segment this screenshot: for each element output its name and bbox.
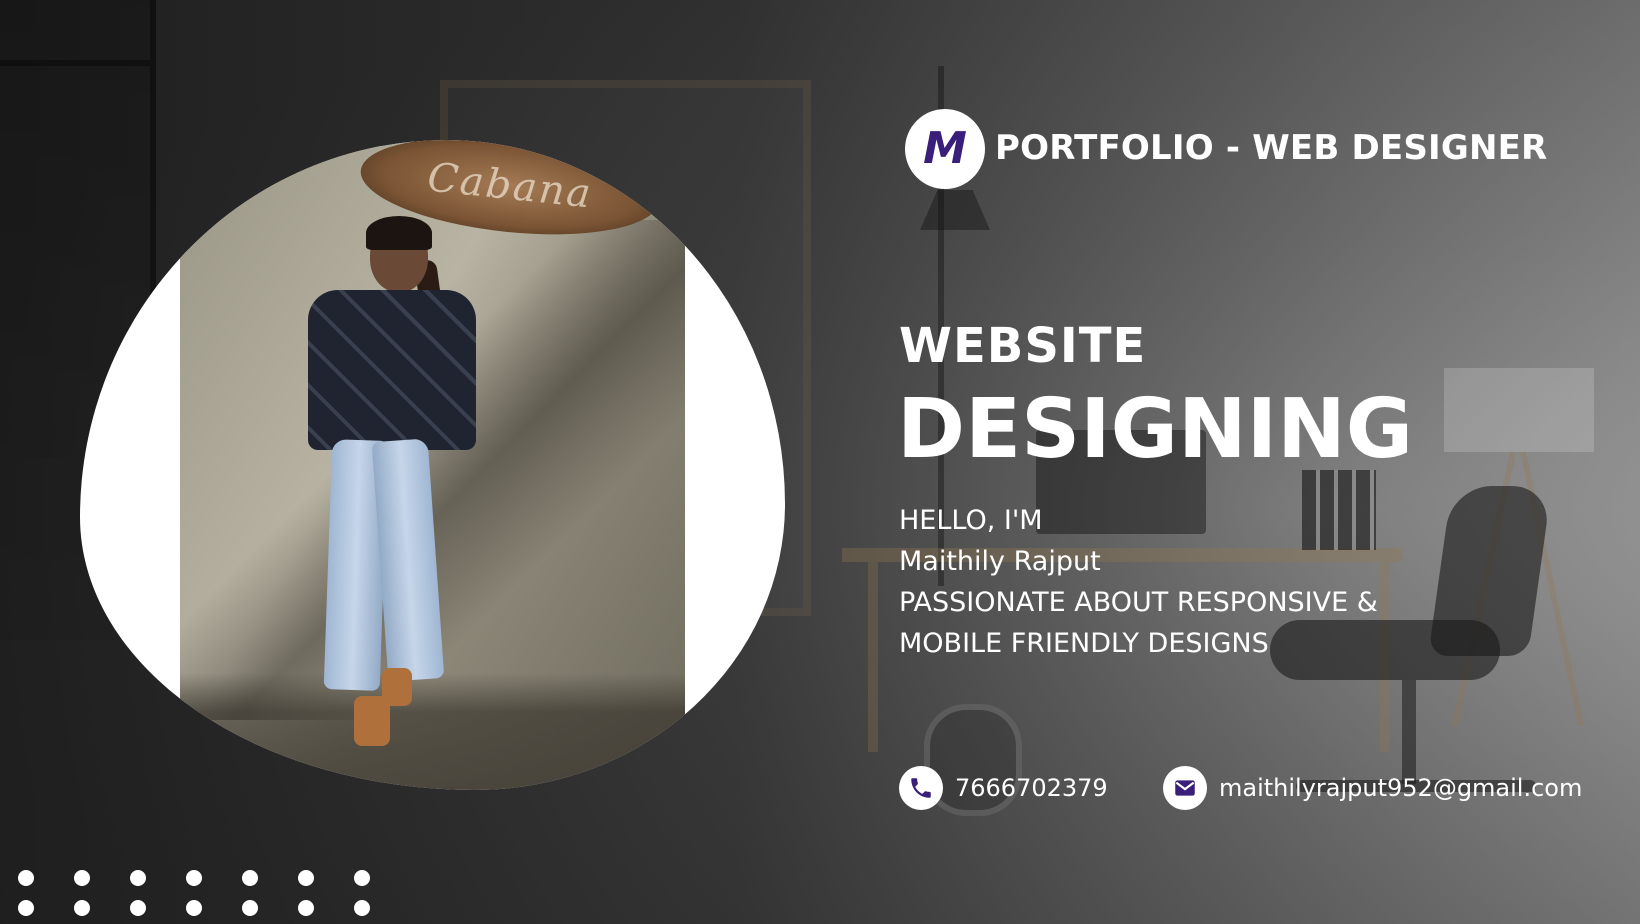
background-desk-leg [868, 562, 878, 752]
person-shirt [308, 290, 476, 450]
headline-website: WEBSITE [899, 318, 1147, 374]
brand-logo: M [905, 109, 985, 189]
intro-block: HELLO, I'M Maithily Rajput PASSIONATE AB… [899, 500, 1378, 664]
decorative-dot [18, 900, 34, 916]
page-title: PORTFOLIO - WEB DESIGNER [995, 128, 1548, 168]
decorative-dot [74, 900, 90, 916]
decorative-dot [354, 900, 370, 916]
background-floor-lamp-shade [1444, 368, 1594, 452]
decorative-dot [354, 870, 370, 886]
email-address[interactable]: maithilyrajput952@gmail.com [1219, 774, 1582, 802]
decorative-dots [18, 870, 370, 916]
wooden-sign-text: Cabana [425, 154, 595, 218]
decorative-dot [242, 900, 258, 916]
background-lamp-head [920, 190, 990, 230]
intro-greeting: HELLO, I'M [899, 505, 1043, 536]
decorative-dot [242, 870, 258, 886]
decorative-dot [18, 870, 34, 886]
profile-photo-frame: Cabana [80, 140, 785, 790]
phone-icon [899, 766, 943, 810]
intro-tagline-line-1: PASSIONATE ABOUT RESPONSIVE & [899, 587, 1378, 618]
decorative-dot [186, 870, 202, 886]
contact-phone[interactable]: 7666702379 [899, 766, 1108, 810]
headline-designing: DESIGNING [897, 382, 1414, 477]
decorative-dot [186, 900, 202, 916]
decorative-dot [130, 900, 146, 916]
brand-logo-letter: M [923, 123, 967, 174]
decorative-dot [130, 870, 146, 886]
intro-tagline-line-2: MOBILE FRIENDLY DESIGNS [899, 628, 1269, 659]
person-shoe-left [354, 696, 390, 746]
person-hair [366, 216, 432, 250]
mail-icon [1163, 766, 1207, 810]
decorative-dot [74, 870, 90, 886]
contact-email[interactable]: maithilyrajput952@gmail.com [1163, 766, 1582, 810]
decorative-dot [298, 870, 314, 886]
phone-number[interactable]: 7666702379 [955, 774, 1108, 802]
profile-photo: Cabana [180, 140, 685, 790]
intro-name: Maithily Rajput [899, 546, 1101, 577]
decorative-dot [298, 900, 314, 916]
portfolio-banner: Cabana M PORTFOLIO - WEB DESIGNER WEBSIT… [0, 0, 1640, 924]
